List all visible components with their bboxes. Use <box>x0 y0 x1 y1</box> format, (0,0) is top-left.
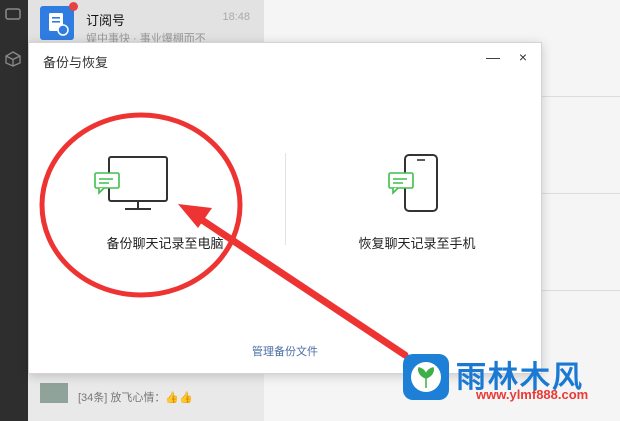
list-item-time: 18:48 <box>222 11 250 23</box>
divider <box>285 153 286 245</box>
monitor-icon <box>94 156 168 210</box>
avatar <box>40 2 78 40</box>
close-button[interactable]: × <box>513 47 533 67</box>
dialog-title: 备份与恢复 <box>43 55 109 70</box>
backup-dialog: 备份与恢复 — × 备份聊天记录至电脑 恢复聊天记录至手机 管理备份文件 <box>28 42 542 374</box>
subscription-icon <box>49 13 69 36</box>
list-item-preview: [34条] 放飞心情：👍👍 <box>78 392 193 404</box>
phone-icon <box>388 154 438 212</box>
list-item[interactable]: 订阅号 18:48 娱中事快 · 事业爆棚而不 <box>28 0 264 46</box>
cube-icon[interactable] <box>4 50 22 68</box>
app-sidebar <box>0 0 28 421</box>
watermark-url: www.ylmf888.com <box>476 387 589 402</box>
restore-to-phone-option[interactable]: 恢复聊天记录至手机 <box>297 143 537 263</box>
avatar <box>40 383 68 403</box>
restore-to-phone-label: 恢复聊天记录至手机 <box>358 236 476 251</box>
chat-icon[interactable] <box>4 6 22 24</box>
list-item-title: 订阅号 <box>86 13 126 28</box>
watermark-logo <box>403 354 449 400</box>
unread-dot <box>69 2 78 11</box>
backup-to-pc-label: 备份聊天记录至电脑 <box>106 236 224 251</box>
backup-to-pc-option[interactable]: 备份聊天记录至电脑 <box>45 143 285 263</box>
minimize-button[interactable]: — <box>483 47 503 67</box>
